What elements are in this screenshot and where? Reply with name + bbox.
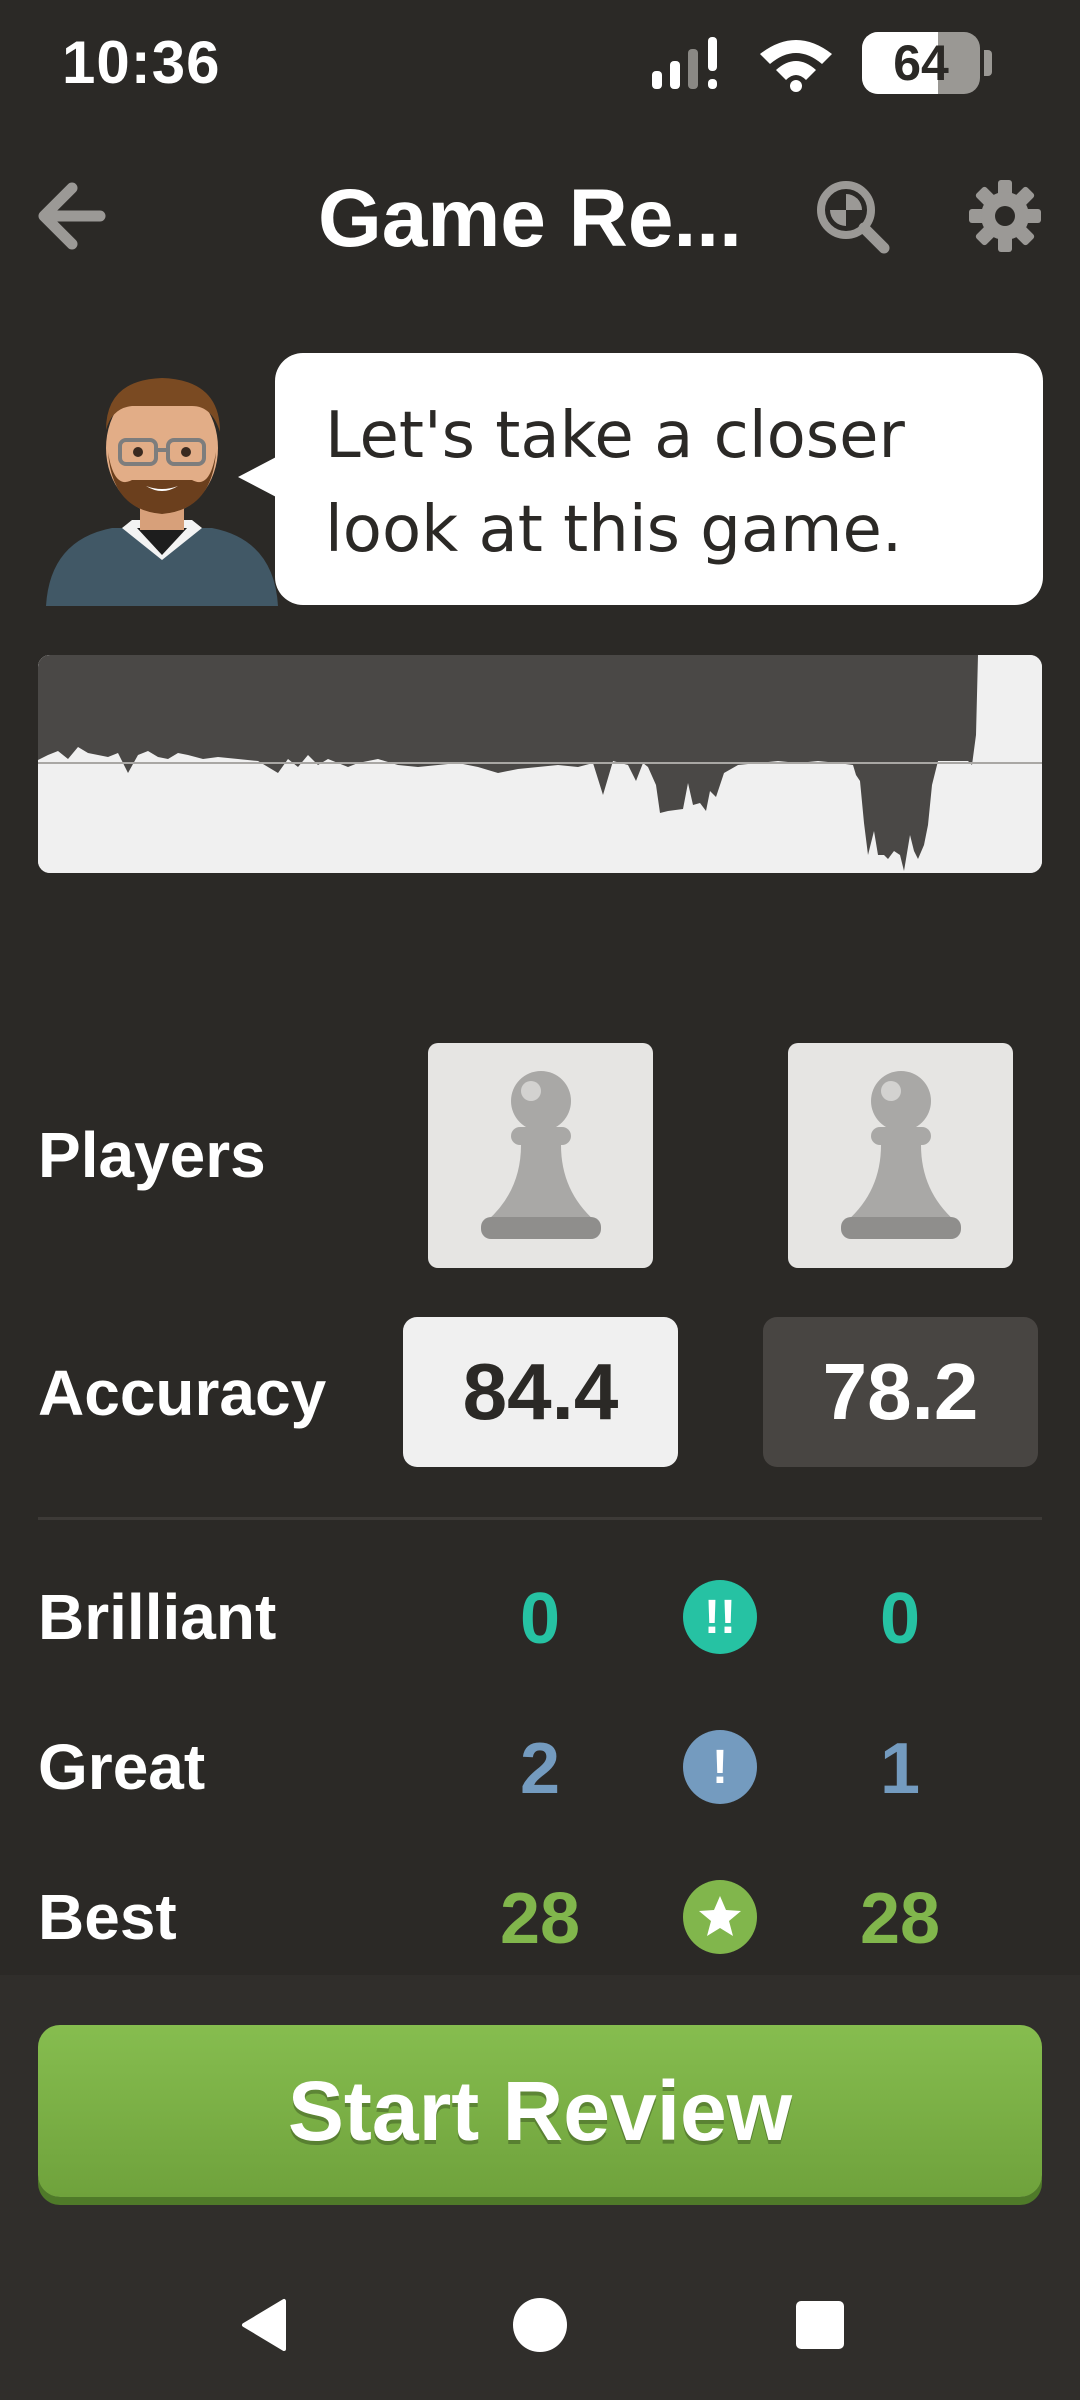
coach-message-line-2: look at this game.	[325, 493, 903, 567]
star-icon	[699, 1896, 741, 1936]
app-bar: Game Re...	[0, 150, 1080, 280]
coach-speech-bubble: Let's take a closer look at this game.	[275, 353, 1043, 605]
nav-home-icon	[513, 2298, 567, 2352]
black-player-avatar[interactable]	[788, 1043, 1013, 1268]
evaluation-graph-svg	[38, 655, 1042, 873]
white-brilliant-count: 0	[519, 1579, 561, 1659]
status-icons: 64	[650, 32, 992, 94]
nav-back-icon	[242, 2299, 286, 2351]
black-best-count: 28	[859, 1879, 941, 1959]
white-accuracy: 84.4	[403, 1317, 678, 1467]
wifi-icon	[760, 40, 832, 92]
brilliant-icon: !!	[683, 1580, 757, 1654]
black-brilliant-count: 0	[879, 1579, 921, 1659]
battery-cap	[984, 50, 992, 76]
signal-icon	[652, 37, 717, 89]
settings-button[interactable]	[965, 176, 1045, 256]
analysis-button[interactable]	[812, 176, 892, 256]
evaluation-graph[interactable]	[38, 655, 1042, 873]
system-nav-bar	[0, 2270, 1080, 2380]
best-icon	[683, 1880, 757, 1954]
white-great-count: 2	[519, 1729, 561, 1809]
magnifier-analysis-icon	[817, 181, 890, 254]
nav-recents-button[interactable]	[790, 2295, 850, 2355]
accuracy-label: Accuracy	[38, 1357, 327, 1429]
start-review-button[interactable]: Start Review	[38, 2025, 1042, 2197]
pawn-icon	[480, 1070, 601, 1239]
divider	[38, 1517, 1042, 1520]
great-icon: !	[683, 1730, 757, 1804]
battery-indicator: 64	[862, 32, 980, 94]
best-label: Best	[38, 1881, 177, 1953]
status-bar: 10:36 64	[0, 0, 1080, 130]
back-arrow-icon	[38, 182, 106, 250]
great-label: Great	[38, 1731, 206, 1803]
pawn-icon	[840, 1070, 961, 1239]
nav-recents-icon	[796, 2301, 844, 2349]
coach-message-line-1: Let's take a closer	[325, 399, 905, 473]
page-title: Game Re...	[318, 173, 742, 264]
nav-back-button[interactable]	[236, 2295, 296, 2355]
back-button[interactable]	[32, 176, 112, 256]
white-best-count: 28	[499, 1879, 581, 1959]
nav-home-button[interactable]	[510, 2295, 570, 2355]
gear-icon	[969, 180, 1041, 252]
brilliant-label: Brilliant	[38, 1581, 277, 1653]
players-label: Players	[38, 1119, 266, 1191]
black-great-count: 1	[879, 1729, 921, 1809]
black-accuracy: 78.2	[763, 1317, 1038, 1467]
speech-bubble-tail	[238, 455, 280, 499]
white-player-avatar[interactable]	[428, 1043, 653, 1268]
status-time: 10:36	[62, 29, 221, 96]
battery-level: 64	[893, 35, 949, 91]
